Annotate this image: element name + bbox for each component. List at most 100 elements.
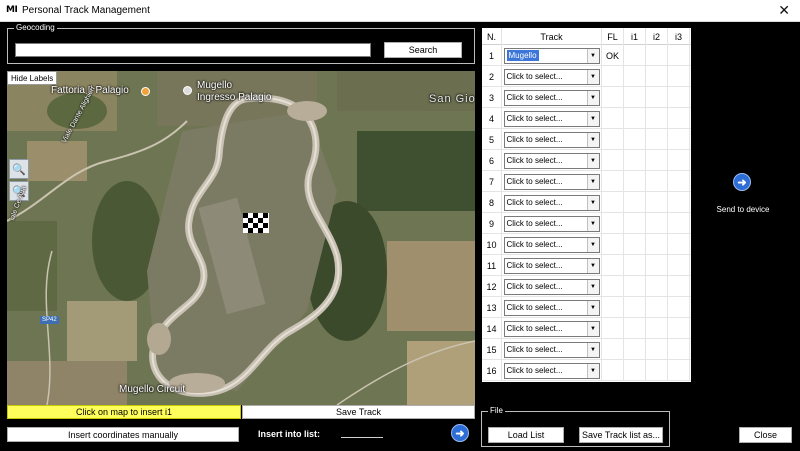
track-select-value: Mugello [506,50,539,61]
map-label-mugello: Mugello [197,80,233,91]
track-select-value: Click to select... [506,156,563,165]
row-fl [602,213,624,234]
map-view[interactable]: Hide Labels 🔍 🔍 Fattoria Il Palagio Muge… [7,71,475,405]
chevron-down-icon: ▼ [586,363,599,378]
row-i2 [646,192,668,213]
insert-coordinates-button[interactable]: Insert coordinates manually [7,427,239,442]
header-i3: i3 [668,28,690,45]
track-select-dropdown[interactable]: Click to select... ▼ [503,215,600,232]
track-select-value: Click to select... [506,135,563,144]
send-to-device-icon[interactable]: ➜ [733,173,751,191]
chevron-down-icon: ▼ [586,132,599,147]
row-i1 [624,150,646,171]
track-select-dropdown[interactable]: Click to select... ▼ [503,278,600,295]
row-i2 [646,171,668,192]
track-cell: Click to select... ▼ [502,339,602,360]
table-row: 3 Click to select... ▼ [482,87,691,108]
track-select-value: Click to select... [506,219,563,228]
track-select-value: Click to select... [506,324,563,333]
track-select-dropdown[interactable]: Click to select... ▼ [503,362,600,379]
row-i3 [668,129,690,150]
row-i1 [624,192,646,213]
row-number: 2 [482,66,502,87]
row-fl [602,150,624,171]
track-select-dropdown[interactable]: Click to select... ▼ [503,152,600,169]
table-row: 16 Click to select... ▼ [482,360,691,381]
file-group: File Load List Save Track list as... [481,406,670,447]
track-select-dropdown[interactable]: Click to select... ▼ [503,341,600,358]
track-cell: Click to select... ▼ [502,171,602,192]
row-i2 [646,129,668,150]
track-table: N. Track FL i1 i2 i3 1 Mugello ▼ OK 2 Click t… [482,28,691,382]
row-fl [602,66,624,87]
row-number: 5 [482,129,502,150]
insert-arrow-icon[interactable]: ➜ [451,424,469,442]
track-select-dropdown[interactable]: Click to select... ▼ [503,131,600,148]
track-select-dropdown[interactable]: Click to select... ▼ [503,257,600,274]
track-select-dropdown[interactable]: Click to select... ▼ [503,320,600,337]
send-to-device-label: Send to device [716,205,770,214]
table-row: 6 Click to select... ▼ [482,150,691,171]
location-pin-icon [183,86,192,95]
row-fl [602,297,624,318]
track-select-dropdown[interactable]: Click to select... ▼ [503,68,600,85]
title-bar: MI Personal Track Management ✕ [0,0,800,22]
track-table-header: N. Track FL i1 i2 i3 [482,28,691,45]
row-i1 [624,108,646,129]
insert-into-list-field[interactable] [341,437,383,438]
row-i3 [668,192,690,213]
track-cell: Click to select... ▼ [502,297,602,318]
track-cell: Click to select... ▼ [502,276,602,297]
table-row: 4 Click to select... ▼ [482,108,691,129]
row-i2 [646,45,668,66]
track-select-dropdown[interactable]: Click to select... ▼ [503,110,600,127]
chevron-down-icon: ▼ [586,48,599,63]
chevron-down-icon: ▼ [586,174,599,189]
header-n: N. [482,28,502,45]
save-track-button[interactable]: Save Track [242,405,475,419]
track-select-dropdown[interactable]: Click to select... ▼ [503,173,600,190]
window-title: Personal Track Management [22,5,150,16]
geocoding-search-input[interactable] [15,43,371,57]
row-i3 [668,213,690,234]
row-fl [602,108,624,129]
load-list-button[interactable]: Load List [488,427,564,443]
header-i1: i1 [624,28,646,45]
row-fl [602,87,624,108]
table-row: 2 Click to select... ▼ [482,66,691,87]
table-row: 9 Click to select... ▼ [482,213,691,234]
click-map-insert-button[interactable]: Click on map to insert i1 [7,405,241,419]
row-fl [602,234,624,255]
row-i3 [668,339,690,360]
row-i1 [624,360,646,381]
row-i2 [646,213,668,234]
track-select-value: Click to select... [506,72,563,81]
hide-labels-button[interactable]: Hide Labels [7,71,58,85]
row-number: 1 [482,45,502,66]
track-select-dropdown[interactable]: Click to select... ▼ [503,89,600,106]
map-label-ingresso-palagio: Ingresso Palagio [197,92,272,103]
app-logo: MI [6,5,18,15]
track-select-dropdown[interactable]: Mugello ▼ [503,47,600,64]
file-legend: File [488,406,505,415]
zoom-in-icon[interactable]: 🔍 [9,159,29,179]
track-select-dropdown[interactable]: Click to select... ▼ [503,194,600,211]
window-close-icon[interactable]: ✕ [778,2,790,19]
row-i2 [646,297,668,318]
chevron-down-icon: ▼ [586,321,599,336]
search-button[interactable]: Search [384,42,462,58]
track-select-dropdown[interactable]: Click to select... ▼ [503,236,600,253]
track-cell: Click to select... ▼ [502,213,602,234]
close-button[interactable]: Close [739,427,792,443]
track-cell: Click to select... ▼ [502,87,602,108]
table-row: 8 Click to select... ▼ [482,192,691,213]
save-track-list-button[interactable]: Save Track list as... [579,427,663,443]
table-row: 15 Click to select... ▼ [482,339,691,360]
row-i1 [624,66,646,87]
row-number: 8 [482,192,502,213]
track-select-dropdown[interactable]: Click to select... ▼ [503,299,600,316]
geocoding-legend: Geocoding [14,23,57,32]
row-i1 [624,87,646,108]
track-cell: Click to select... ▼ [502,360,602,381]
track-select-value: Click to select... [506,198,563,207]
